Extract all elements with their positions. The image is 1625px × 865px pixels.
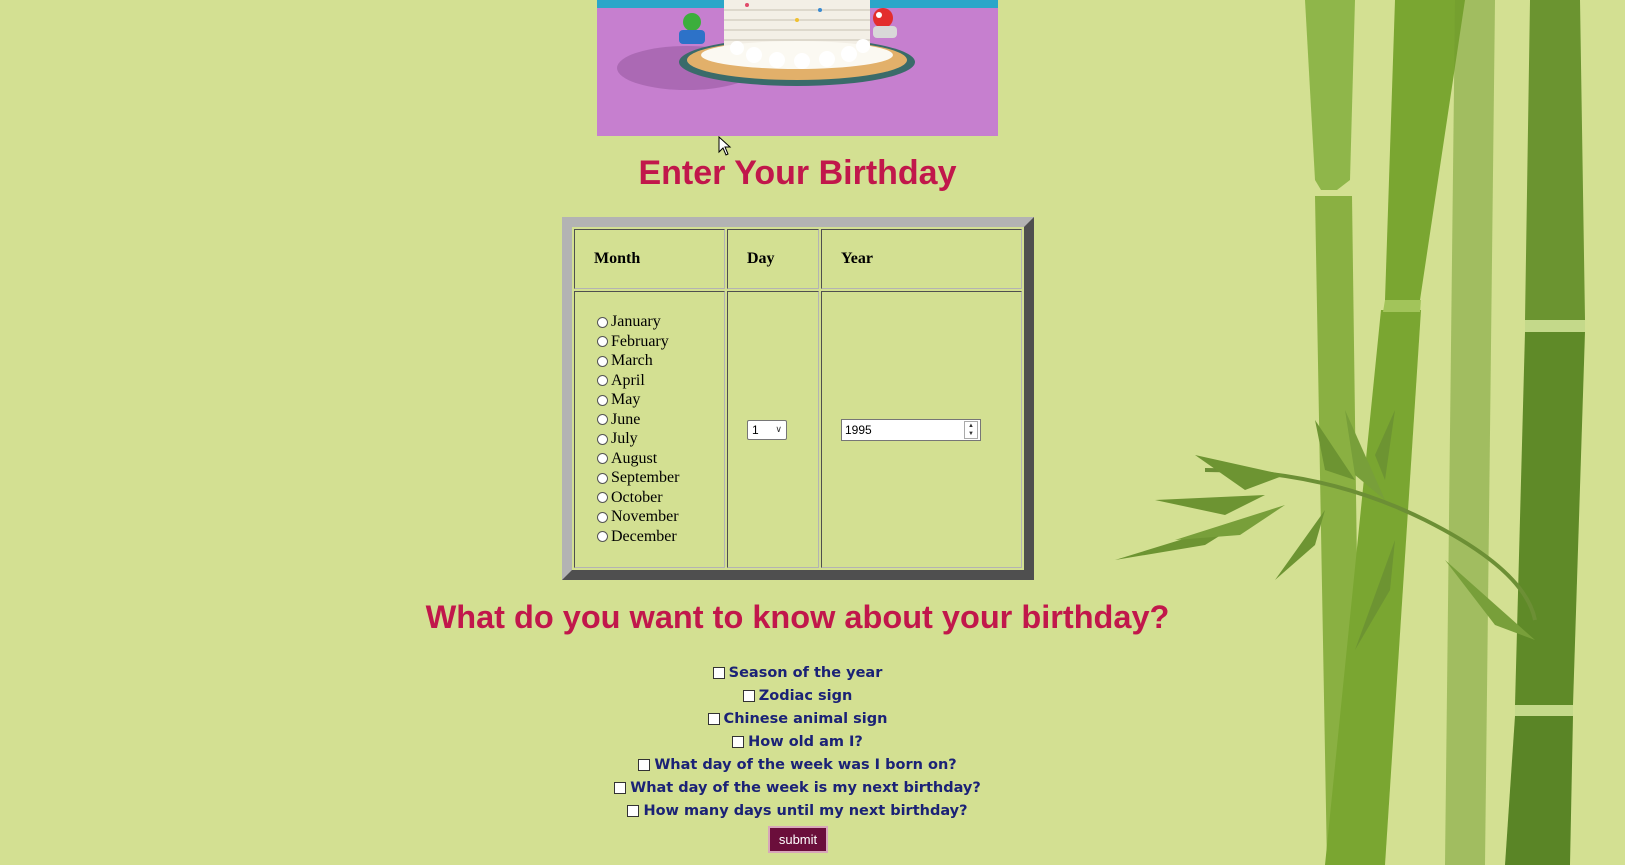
month-option-december[interactable]: December xyxy=(597,527,724,547)
radio-button[interactable] xyxy=(597,336,608,348)
table-header-row: Month Day Year xyxy=(574,229,1022,289)
radio-button[interactable] xyxy=(597,453,608,465)
what-to-know-heading: What do you want to know about your birt… xyxy=(425,599,1170,635)
option-label: Zodiac sign xyxy=(758,687,853,704)
submit-button[interactable]: submit xyxy=(768,826,828,853)
radio-button[interactable] xyxy=(597,472,608,484)
enter-birthday-heading: Enter Your Birthday xyxy=(638,154,957,192)
radio-button[interactable] xyxy=(597,394,608,406)
option-age[interactable]: How old am I? xyxy=(0,730,1595,753)
option-next-birthday-weekday[interactable]: What day of the week is my next birthday… xyxy=(0,776,1595,799)
chevron-down-icon: ∨ xyxy=(775,424,782,434)
option-chinese-animal[interactable]: Chinese animal sign xyxy=(0,707,1595,730)
cake-illustration xyxy=(597,0,998,136)
option-label: How old am I? xyxy=(748,733,863,750)
month-label: October xyxy=(611,488,663,506)
month-option-april[interactable]: April xyxy=(597,371,724,391)
day-column-header: Day xyxy=(727,229,819,289)
month-label: July xyxy=(611,430,638,448)
option-label: What day of the week was I born on? xyxy=(654,756,957,773)
month-label: August xyxy=(611,449,658,467)
month-radio-group: January February March April May June Ju… xyxy=(574,291,725,568)
month-label: January xyxy=(611,313,661,331)
day-select[interactable]: 1 ∨ xyxy=(747,419,787,440)
month-option-june[interactable]: June xyxy=(597,410,724,430)
month-option-march[interactable]: March xyxy=(597,352,724,372)
radio-button[interactable] xyxy=(597,375,608,387)
radio-button[interactable] xyxy=(597,316,608,328)
day-cell: 1 ∨ xyxy=(727,291,819,568)
checkbox[interactable] xyxy=(627,804,640,817)
options-checkbox-list: Season of the year Zodiac sign Chinese a… xyxy=(0,661,1595,822)
month-option-february[interactable]: February xyxy=(597,332,724,352)
month-label: June xyxy=(611,410,641,428)
month-label: May xyxy=(611,391,641,409)
option-label: Season of the year xyxy=(728,664,883,681)
month-option-may[interactable]: May xyxy=(597,391,724,411)
page: Enter Your Birthday Month Day Year Janua… xyxy=(0,0,1625,865)
checkbox[interactable] xyxy=(712,666,725,679)
spinner-up-icon[interactable]: ▲ xyxy=(965,422,977,430)
radio-button[interactable] xyxy=(597,414,608,426)
option-label: Chinese animal sign xyxy=(723,710,888,727)
month-option-october[interactable]: October xyxy=(597,488,724,508)
year-spinner[interactable]: ▲ ▼ xyxy=(964,420,978,439)
month-label: April xyxy=(611,371,645,389)
radio-button[interactable] xyxy=(597,355,608,367)
checkbox[interactable] xyxy=(614,781,627,794)
month-option-january[interactable]: January xyxy=(597,313,724,333)
month-option-september[interactable]: September xyxy=(597,469,724,489)
radio-button[interactable] xyxy=(597,492,608,504)
option-zodiac[interactable]: Zodiac sign xyxy=(0,684,1595,707)
radio-button[interactable] xyxy=(597,531,608,543)
month-label: December xyxy=(611,527,677,545)
month-label: March xyxy=(611,352,653,370)
option-label: How many days until my next birthday? xyxy=(643,802,968,819)
month-column-header: Month xyxy=(574,229,725,289)
month-option-november[interactable]: November xyxy=(597,508,724,528)
checkbox[interactable] xyxy=(742,689,755,702)
month-option-july[interactable]: July xyxy=(597,430,724,450)
month-label: February xyxy=(611,332,669,350)
month-label: November xyxy=(611,508,679,526)
birthday-cake-image xyxy=(597,0,998,136)
radio-button[interactable] xyxy=(597,511,608,523)
year-input-value: 1995 xyxy=(845,422,872,437)
option-birth-weekday[interactable]: What day of the week was I born on? xyxy=(0,753,1595,776)
checkbox[interactable] xyxy=(732,735,745,748)
year-column-header: Year xyxy=(821,229,1022,289)
option-season[interactable]: Season of the year xyxy=(0,661,1595,684)
table-input-row: January February March April May June Ju… xyxy=(574,291,1022,568)
day-select-value: 1 xyxy=(752,422,759,437)
birthday-table: Month Day Year January February March Ap… xyxy=(562,217,1034,580)
year-cell: 1995 ▲ ▼ xyxy=(821,291,1022,568)
checkbox[interactable] xyxy=(707,712,720,725)
birthday-table-grid: Month Day Year January February March Ap… xyxy=(572,227,1024,570)
checkbox[interactable] xyxy=(638,758,651,771)
month-label: September xyxy=(611,469,680,487)
year-number-input[interactable]: 1995 ▲ ▼ xyxy=(841,418,981,441)
radio-button[interactable] xyxy=(597,433,608,445)
month-option-august[interactable]: August xyxy=(597,449,724,469)
option-label: What day of the week is my next birthday… xyxy=(630,779,981,796)
spinner-down-icon[interactable]: ▼ xyxy=(965,430,977,438)
option-days-until-birthday[interactable]: How many days until my next birthday? xyxy=(0,799,1595,822)
mouse-cursor-icon xyxy=(718,136,732,156)
